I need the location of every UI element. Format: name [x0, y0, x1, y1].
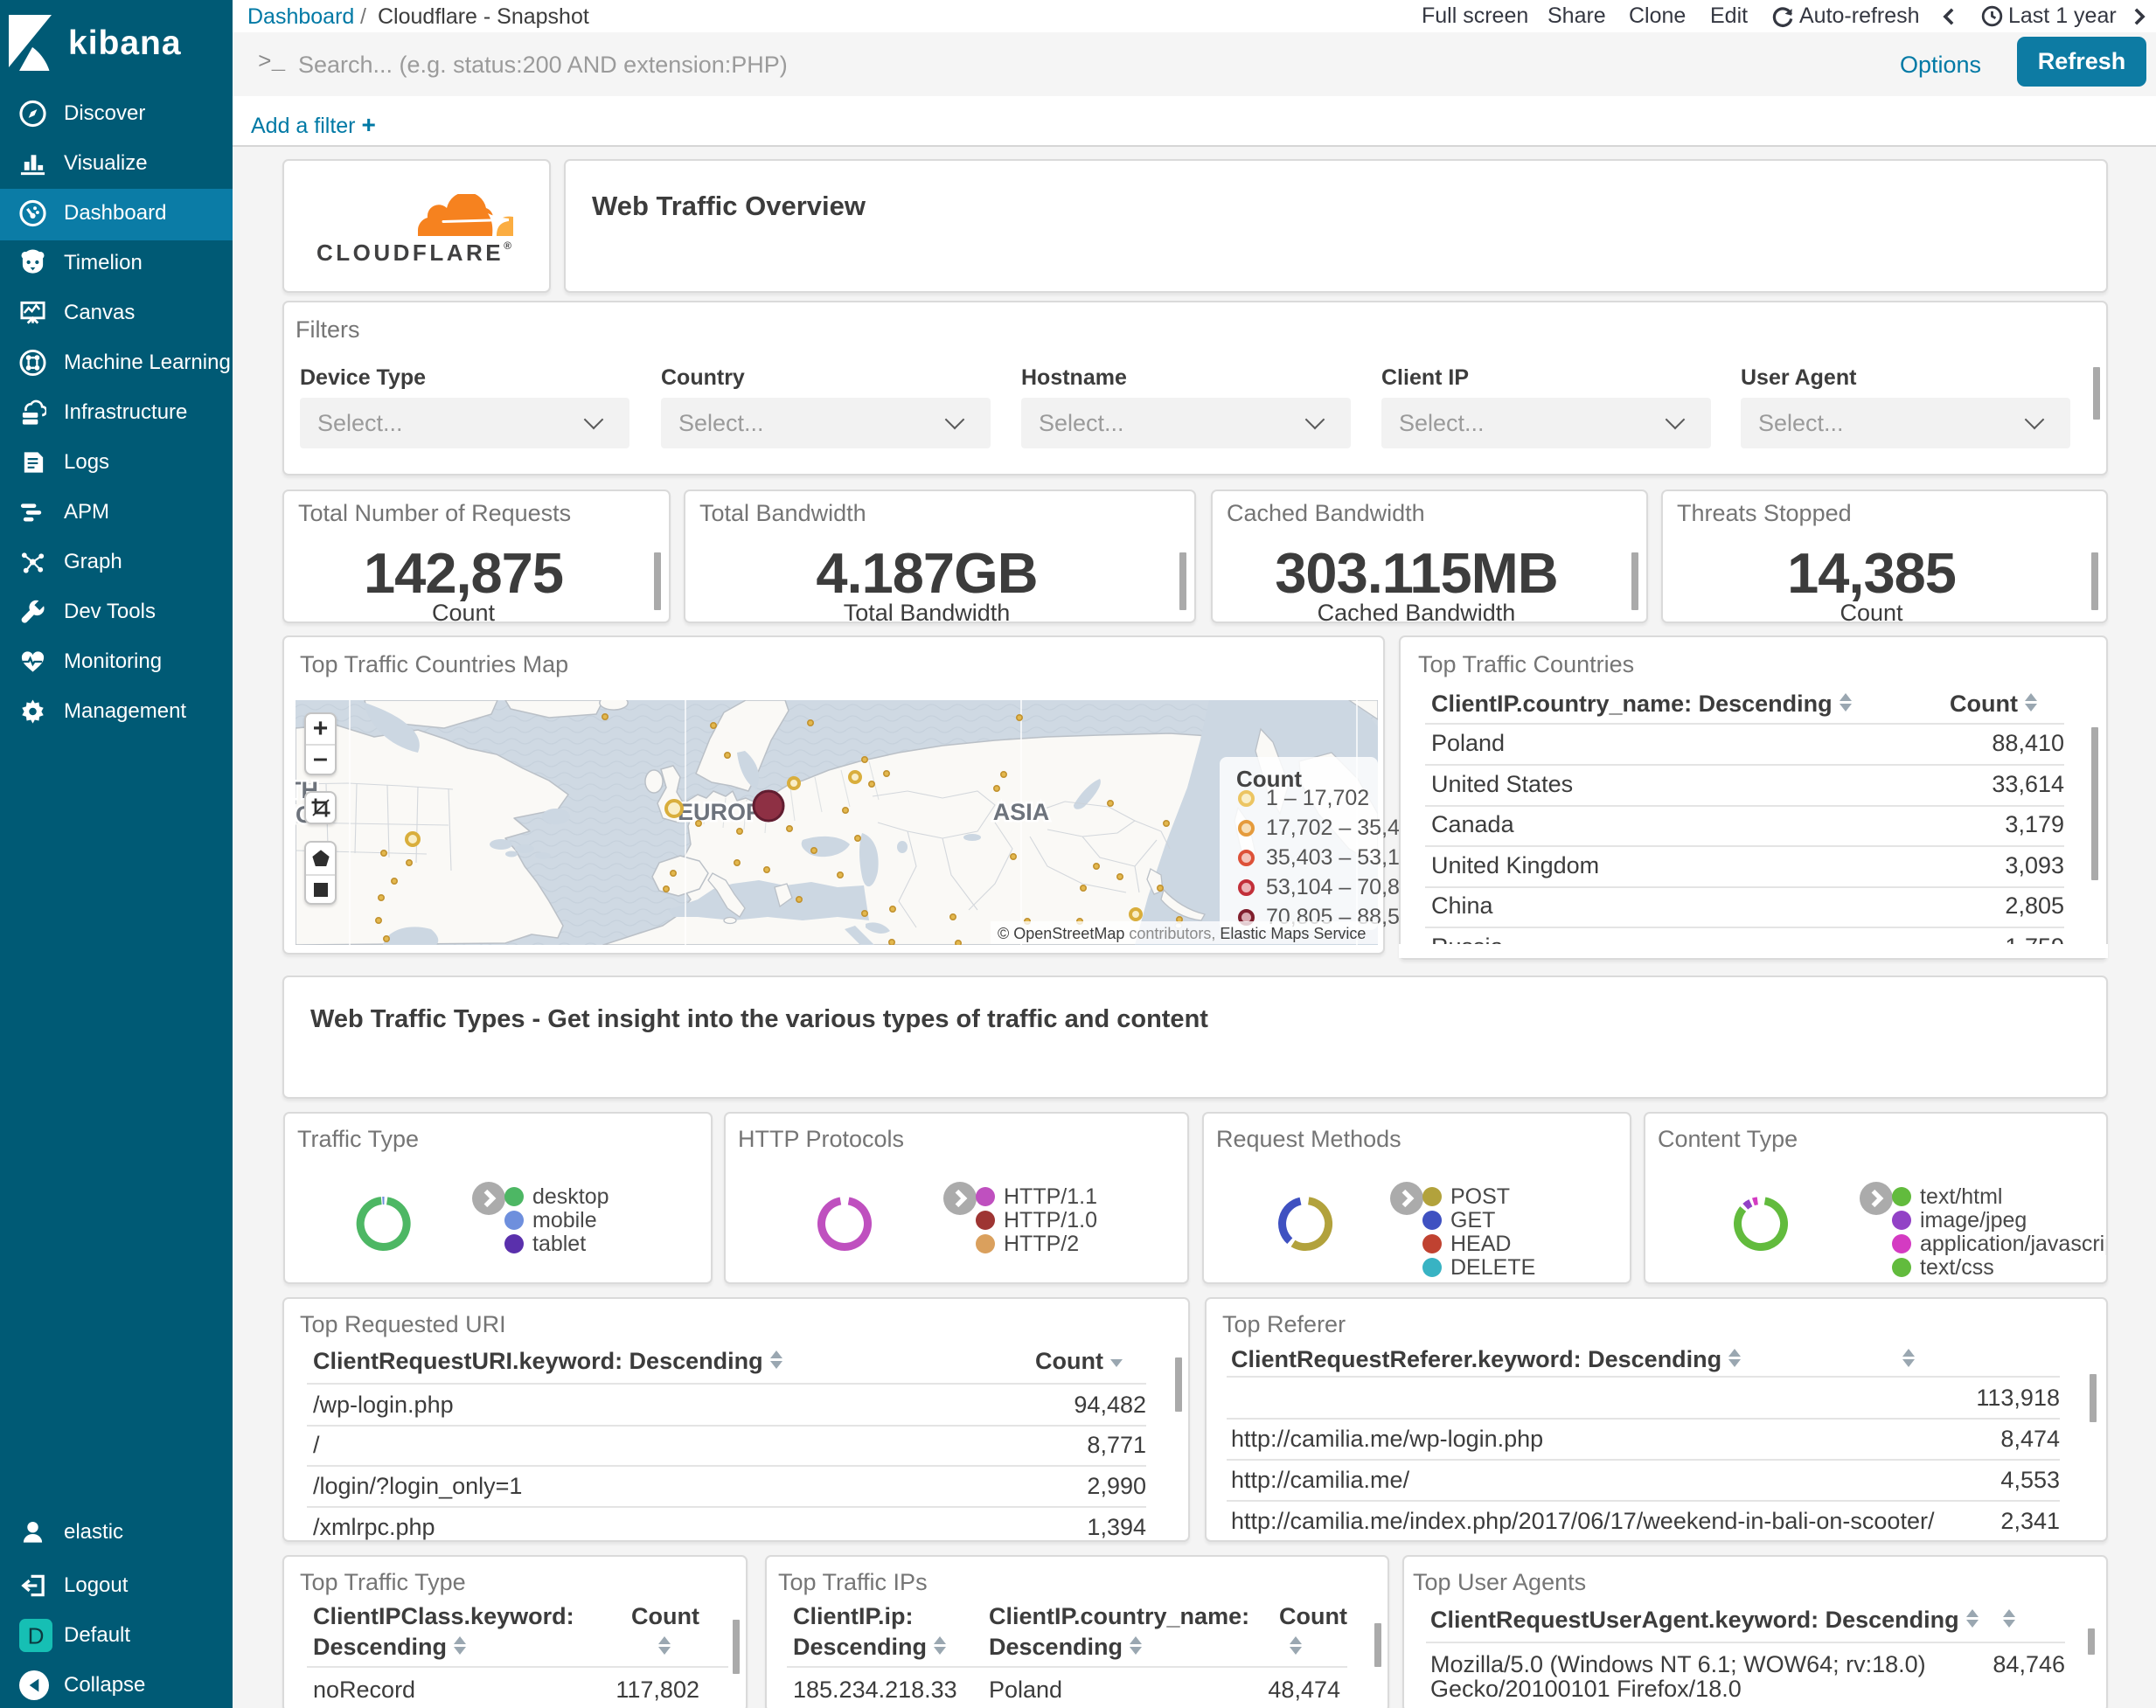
svg-text:D: D	[28, 1622, 45, 1649]
svg-text:ASIA: ASIA	[993, 799, 1050, 825]
